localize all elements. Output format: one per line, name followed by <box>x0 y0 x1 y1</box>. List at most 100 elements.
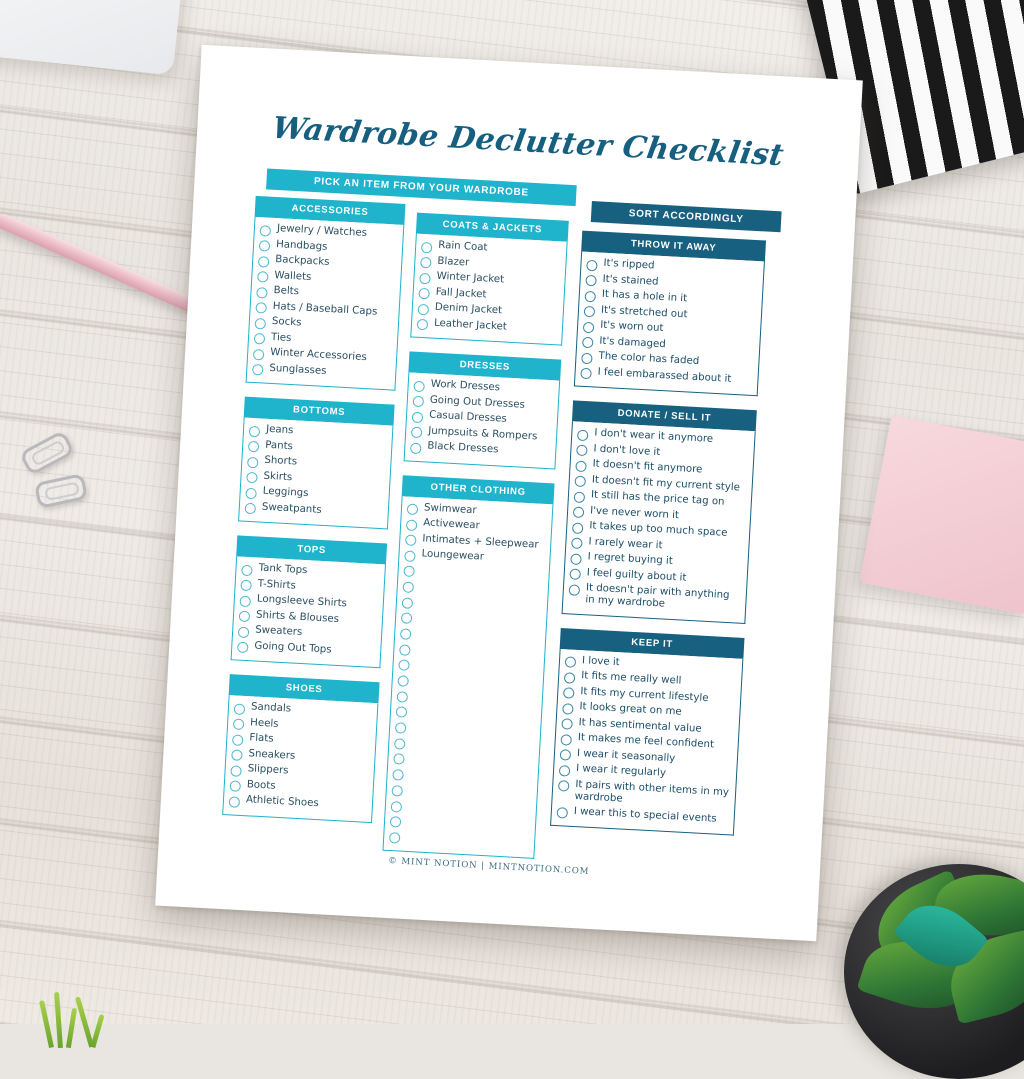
checkbox-circle-icon[interactable] <box>410 442 422 454</box>
checkbox-circle-icon[interactable] <box>418 287 430 300</box>
checkbox-circle-icon[interactable] <box>230 764 242 777</box>
checkbox-circle-icon[interactable] <box>228 795 241 808</box>
checkbox-circle-icon[interactable] <box>240 579 252 592</box>
checkbox-circle-icon[interactable] <box>575 460 587 472</box>
checkbox-circle-icon[interactable] <box>258 240 271 252</box>
checkbox-circle-icon[interactable] <box>233 702 246 715</box>
checkbox-circle-icon[interactable] <box>232 718 245 731</box>
checkbox-circle-icon[interactable] <box>572 506 585 519</box>
checkbox-circle-icon[interactable] <box>559 749 572 762</box>
checkbox-circle-icon[interactable] <box>569 568 581 580</box>
checkbox-circle-icon[interactable] <box>238 610 251 623</box>
checklist-item-label: I don't love it <box>593 443 661 458</box>
checkbox-circle-icon[interactable] <box>257 271 269 283</box>
checkbox-circle-icon[interactable] <box>404 549 416 562</box>
checkbox-circle-icon[interactable] <box>252 363 264 376</box>
checkbox-circle-icon[interactable] <box>397 675 409 687</box>
checkbox-circle-icon[interactable] <box>573 491 586 503</box>
checkbox-circle-icon[interactable] <box>395 706 408 719</box>
checkbox-circle-icon[interactable] <box>247 456 259 468</box>
checkbox-circle-icon[interactable] <box>256 286 268 299</box>
checkbox-circle-icon[interactable] <box>406 503 419 516</box>
checkbox-circle-icon[interactable] <box>562 687 575 700</box>
checkbox-circle-icon[interactable] <box>576 444 588 457</box>
checklist-item-label: Boots <box>246 778 276 792</box>
checkbox-circle-icon[interactable] <box>392 769 404 781</box>
checkbox-circle-icon[interactable] <box>403 565 415 578</box>
checkbox-circle-icon[interactable] <box>413 380 425 392</box>
checkbox-circle-icon[interactable] <box>388 831 401 844</box>
checkbox-circle-icon[interactable] <box>252 348 265 361</box>
checkbox-circle-icon[interactable] <box>246 471 258 484</box>
checkbox-circle-icon[interactable] <box>247 440 260 453</box>
checkbox-circle-icon[interactable] <box>393 753 405 766</box>
checkbox-circle-icon[interactable] <box>393 737 406 750</box>
checkbox-circle-icon[interactable] <box>402 581 415 593</box>
checkbox-circle-icon[interactable] <box>400 612 413 625</box>
checkbox-circle-icon[interactable] <box>582 321 595 333</box>
checkbox-circle-icon[interactable] <box>560 733 573 746</box>
checkbox-circle-icon[interactable] <box>581 352 593 364</box>
checkbox-circle-icon[interactable] <box>571 537 583 550</box>
checklist-item-label <box>407 815 408 825</box>
checkbox-circle-icon[interactable] <box>396 690 409 703</box>
checkbox-circle-icon[interactable] <box>255 302 267 314</box>
checkbox-circle-icon[interactable] <box>390 800 403 813</box>
checkbox-circle-icon[interactable] <box>558 764 571 777</box>
checkbox-circle-icon[interactable] <box>245 487 257 499</box>
checkbox-circle-icon[interactable] <box>580 367 592 380</box>
checklist-item-label: I've never worn it <box>589 504 680 521</box>
section-throw-it-away: THROW IT AWAY It's ripped It's stained It … <box>573 230 767 397</box>
checkbox-circle-icon[interactable] <box>584 290 597 302</box>
checkbox-circle-icon[interactable] <box>239 595 252 607</box>
checkbox-circle-icon[interactable] <box>411 411 424 423</box>
checkbox-circle-icon[interactable] <box>237 626 250 638</box>
checkbox-circle-icon[interactable] <box>568 583 581 596</box>
checklist-item-label <box>418 611 419 621</box>
checkbox-circle-icon[interactable] <box>399 643 411 656</box>
checkbox-circle-icon[interactable] <box>420 241 433 253</box>
checkbox-circle-icon[interactable] <box>410 426 423 439</box>
checkbox-circle-icon[interactable] <box>401 596 414 609</box>
checkbox-circle-icon[interactable] <box>236 641 249 654</box>
checkbox-circle-icon[interactable] <box>229 780 242 792</box>
checkbox-circle-icon[interactable] <box>419 272 431 284</box>
checkbox-circle-icon[interactable] <box>564 656 577 669</box>
checkbox-circle-icon[interactable] <box>586 259 598 271</box>
checkbox-circle-icon[interactable] <box>391 784 404 797</box>
checklist-item-label: Flats <box>249 732 274 745</box>
checkbox-circle-icon[interactable] <box>557 780 570 792</box>
checkbox-circle-icon[interactable] <box>257 255 270 268</box>
checklist-item-label: Sneakers <box>248 747 296 762</box>
checkbox-circle-icon[interactable] <box>231 749 243 761</box>
checkbox-circle-icon[interactable] <box>241 564 253 576</box>
checkbox-circle-icon[interactable] <box>405 518 418 531</box>
checkbox-circle-icon[interactable] <box>259 224 272 237</box>
checkbox-circle-icon[interactable] <box>254 317 267 330</box>
checkbox-circle-icon[interactable] <box>420 256 432 269</box>
checkbox-circle-icon[interactable] <box>576 429 589 441</box>
checkbox-circle-icon[interactable] <box>581 336 594 349</box>
checkbox-circle-icon[interactable] <box>585 274 597 287</box>
checkbox-circle-icon[interactable] <box>556 807 569 819</box>
checkbox-circle-icon[interactable] <box>231 733 244 746</box>
checkbox-circle-icon[interactable] <box>570 552 582 565</box>
checkbox-circle-icon[interactable] <box>389 816 402 828</box>
checkbox-circle-icon[interactable] <box>405 534 417 547</box>
checkbox-circle-icon[interactable] <box>244 502 257 515</box>
checkbox-circle-icon[interactable] <box>253 332 266 345</box>
checkbox-circle-icon[interactable] <box>571 521 584 534</box>
checkbox-circle-icon[interactable] <box>583 305 596 318</box>
checkbox-circle-icon[interactable] <box>417 303 430 315</box>
checkbox-circle-icon[interactable] <box>399 628 412 640</box>
checkbox-circle-icon[interactable] <box>248 425 261 437</box>
checkbox-circle-icon[interactable] <box>394 722 407 734</box>
checklist-item-label: Heels <box>249 716 279 730</box>
checkbox-circle-icon[interactable] <box>398 659 410 672</box>
checkbox-circle-icon[interactable] <box>574 475 587 488</box>
checkbox-circle-icon[interactable] <box>561 718 573 731</box>
checkbox-circle-icon[interactable] <box>416 318 429 331</box>
checkbox-circle-icon[interactable] <box>412 395 425 408</box>
checkbox-circle-icon[interactable] <box>563 672 576 684</box>
checkbox-circle-icon[interactable] <box>562 703 574 715</box>
